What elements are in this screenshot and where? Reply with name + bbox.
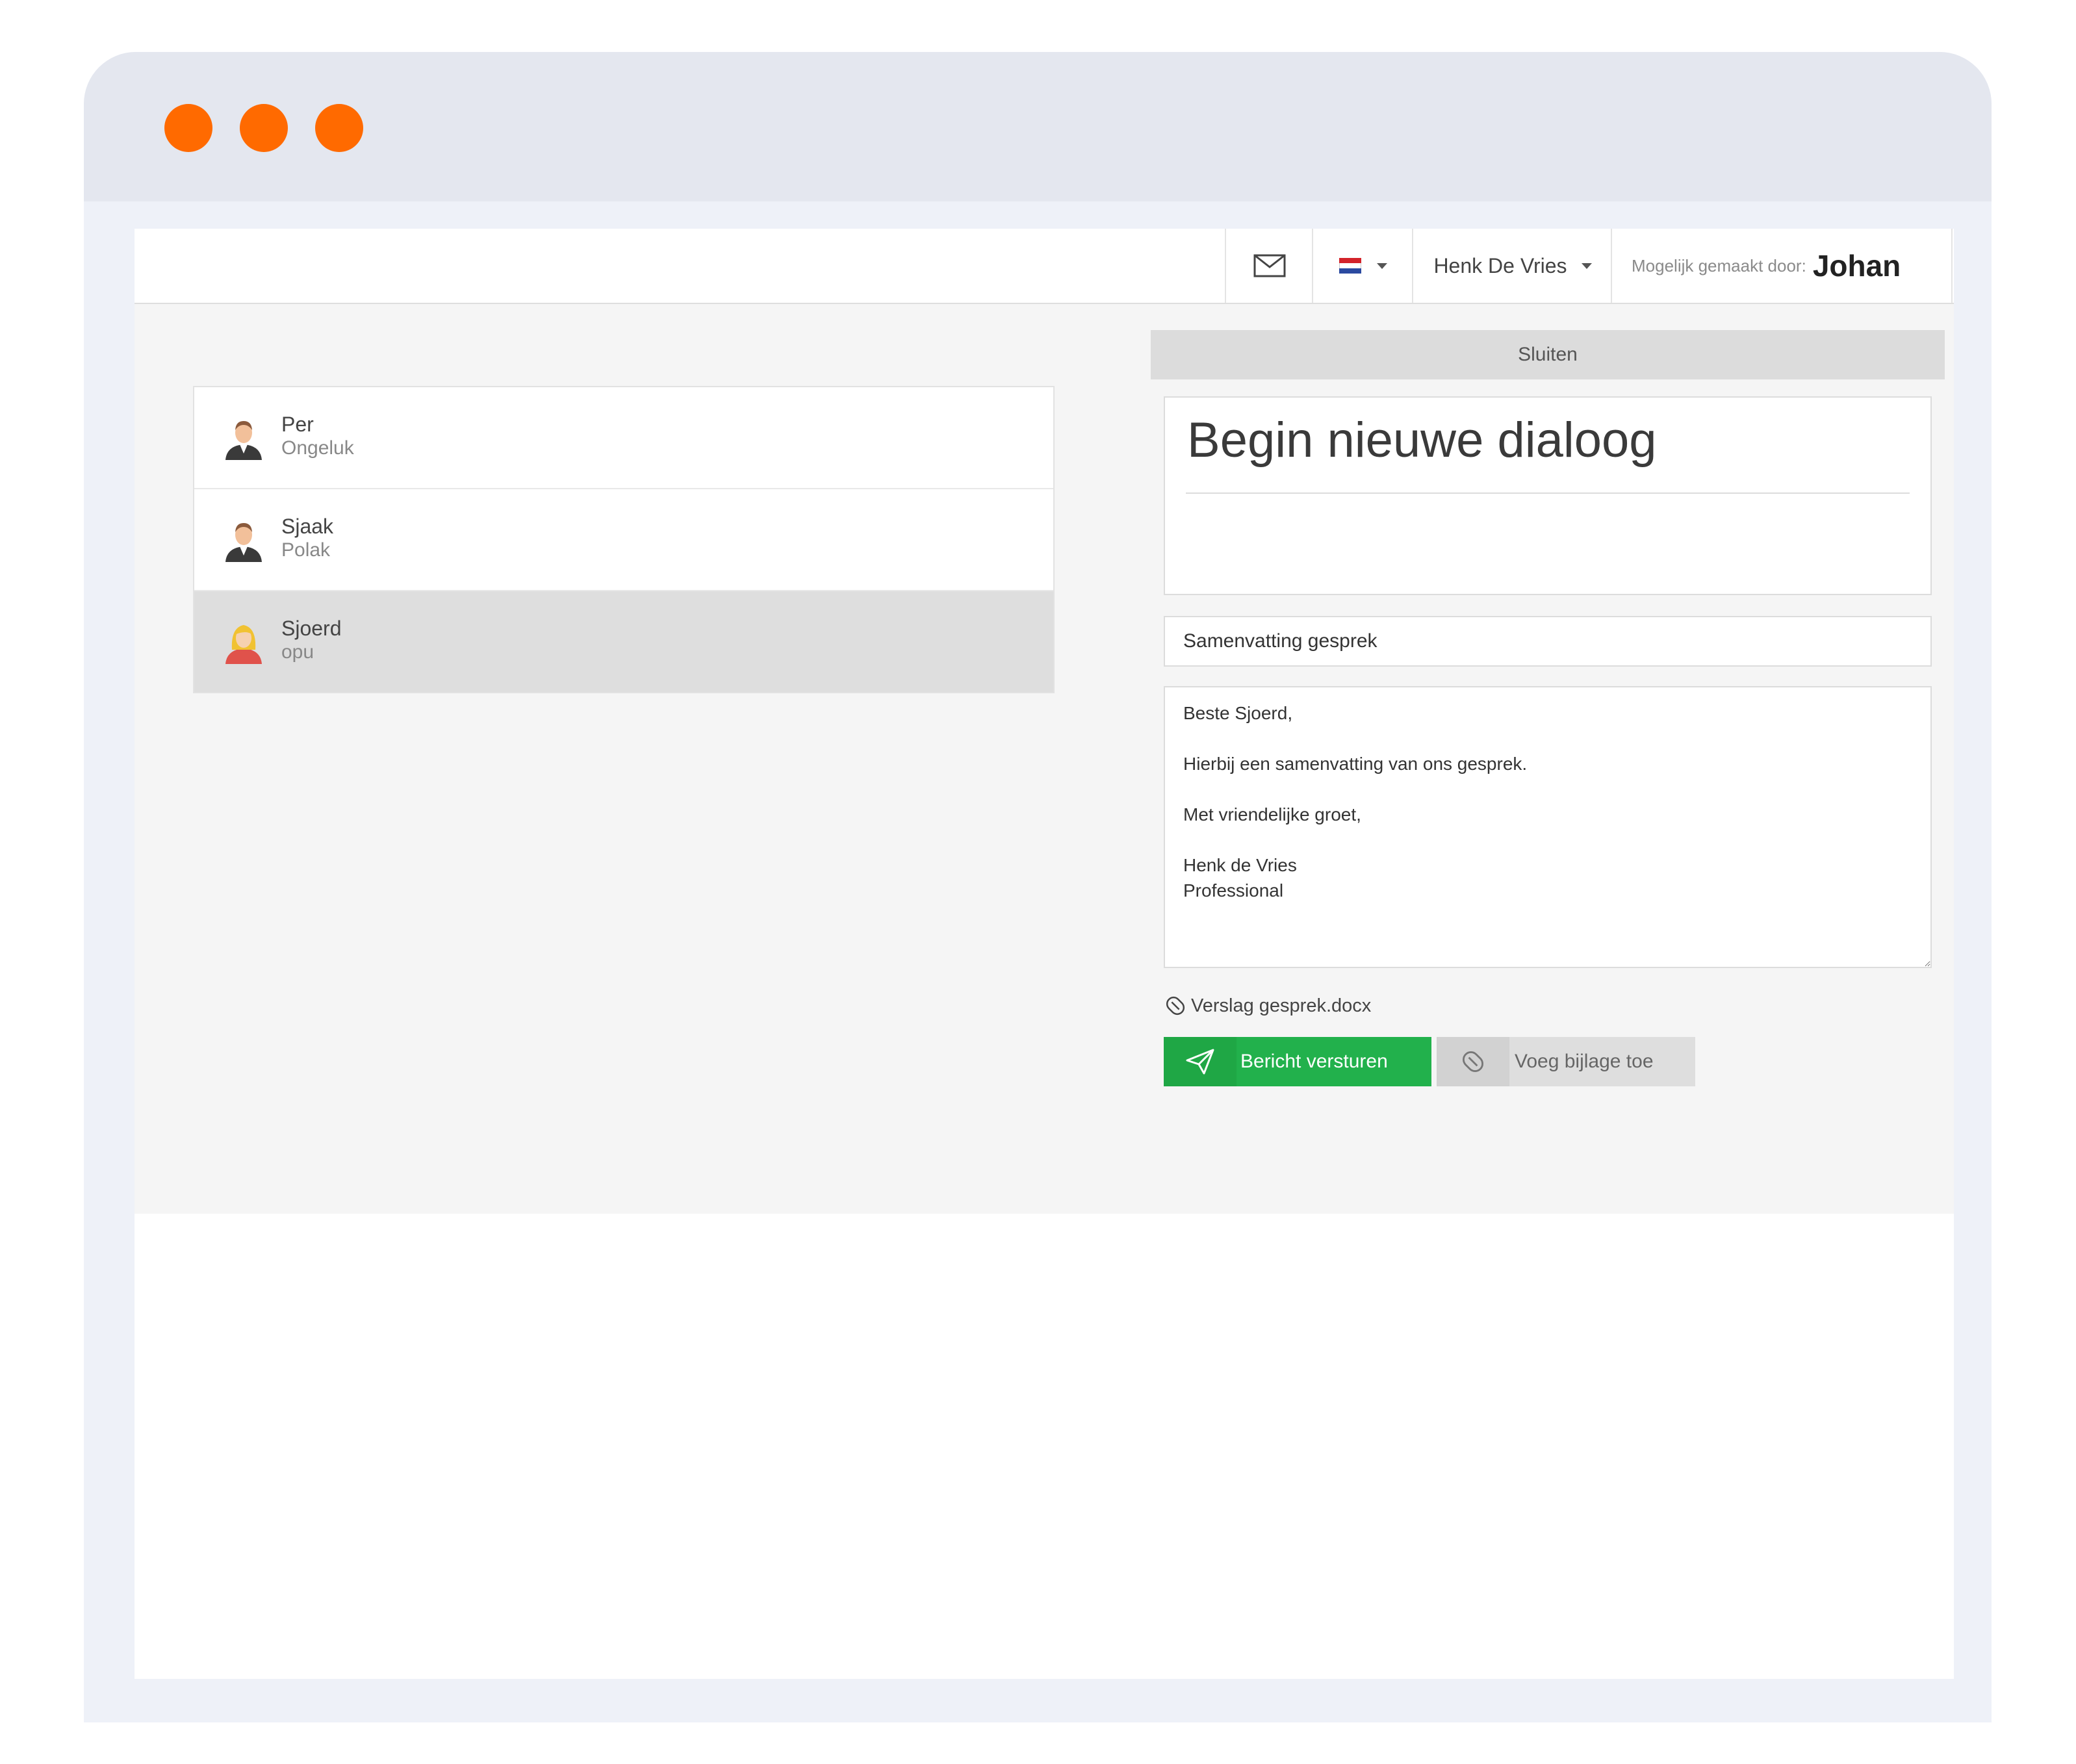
male-avatar-icon [225,523,262,562]
male-avatar-icon [225,421,262,460]
contact-name: Sjoerd [281,617,342,640]
chevron-down-icon [1377,262,1387,269]
window-minimize-dot[interactable] [240,104,288,152]
mail-button[interactable] [1225,229,1313,303]
subject-input[interactable] [1164,616,1932,667]
contact-item-selected[interactable]: Sjoerd opu [194,591,1053,692]
add-attachment-label: Voeg bijlage toe [1515,1051,1654,1072]
powered-by-label: Mogelijk gemaakt door: [1632,255,1806,275]
contact-name: Sjaak [281,515,334,538]
chevron-down-icon [1581,262,1592,269]
window-maximize-dot[interactable] [315,104,363,152]
page-title: Begin nieuwe dialoog [1187,413,1657,468]
send-message-button[interactable]: Bericht versturen [1164,1037,1431,1086]
dutch-flag-icon [1339,258,1361,274]
contact-item[interactable]: Per Ongeluk [194,387,1053,489]
message-textarea[interactable]: Beste Sjoerd, Hierbij een samenvatting v… [1164,686,1932,968]
app-container: Henk De Vries Mogelijk gemaakt door: Joh… [135,229,1954,1679]
powered-by-name: Johan [1812,249,1901,283]
send-plane-icon [1186,1049,1214,1075]
user-name: Henk De Vries [1433,253,1567,277]
main-content: Per Ongeluk Sjaak Polak Sjoerd opu Sluit… [135,304,1954,1214]
attachment-item[interactable]: Verslag gesprek.docx [1161,991,1371,1020]
window-titlebar [84,52,1992,201]
contact-list: Per Ongeluk Sjaak Polak Sjoerd opu [193,386,1055,693]
window-close-dot[interactable] [164,104,212,152]
close-button[interactable]: Sluiten [1151,330,1945,379]
female-avatar-icon [225,625,262,664]
top-navbar: Henk De Vries Mogelijk gemaakt door: Joh… [135,229,1954,304]
contact-item[interactable]: Sjaak Polak [194,489,1053,591]
mail-icon [1253,254,1286,277]
powered-by: Mogelijk gemaakt door: Johan [1611,229,1953,303]
contact-subtitle: Polak [281,539,331,561]
dialog-header-box: Begin nieuwe dialoog [1164,396,1932,595]
browser-window: Henk De Vries Mogelijk gemaakt door: Joh… [84,52,1992,1722]
divider [1186,492,1910,494]
paperclip-icon [1166,996,1185,1016]
user-menu[interactable]: Henk De Vries [1412,229,1612,303]
send-message-label: Bericht versturen [1240,1051,1388,1072]
add-attachment-button[interactable]: Voeg bijlage toe [1437,1037,1695,1086]
paperclip-icon [1463,1051,1483,1072]
language-dropdown[interactable] [1312,229,1413,303]
contact-name: Per [281,413,314,436]
contact-subtitle: Ongeluk [281,437,354,459]
contact-subtitle: opu [281,641,314,663]
attachment-name: Verslag gesprek.docx [1191,995,1372,1016]
